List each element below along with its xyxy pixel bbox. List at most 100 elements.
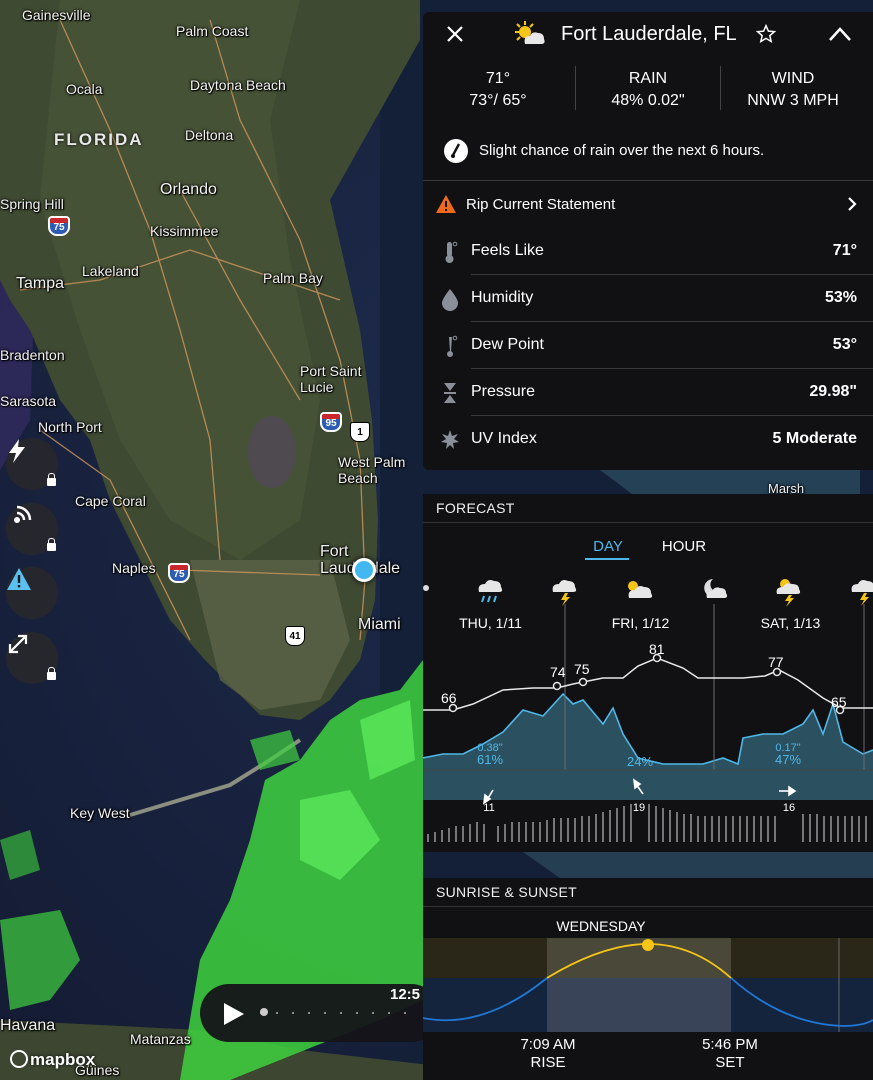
city-label: Kissimmee bbox=[150, 223, 219, 239]
city-label: Naples bbox=[112, 560, 156, 576]
forecast-panel: FORECAST DAY HOUR THU, 1/11 FRI, 1/12 SA… bbox=[423, 494, 873, 852]
state-label: FLORIDA bbox=[54, 130, 144, 149]
precip-chance: 24% bbox=[626, 754, 654, 769]
favorite-star-icon[interactable] bbox=[756, 24, 776, 44]
collapse-chevron-icon[interactable] bbox=[828, 26, 852, 42]
detail-row-pressure: Pressure 29.98" bbox=[423, 369, 873, 416]
tab-hour[interactable]: HOUR bbox=[659, 538, 709, 555]
detail-label: Feels Like bbox=[471, 242, 544, 259]
forecast-title: FORECAST bbox=[436, 500, 515, 516]
city-label: Ocala bbox=[66, 81, 103, 97]
city-label: Havana bbox=[0, 1017, 56, 1034]
partly-cloudy-night-icon bbox=[704, 579, 728, 598]
temp-label: 75 bbox=[574, 661, 590, 677]
temperature-points bbox=[448, 653, 845, 715]
wind-speed: 19 bbox=[632, 802, 646, 814]
detail-value: 29.98" bbox=[809, 383, 857, 400]
detail-row-feels-like: Feels Like 71° bbox=[423, 228, 873, 275]
temp-label: 74 bbox=[550, 664, 566, 680]
city-label: Palm Bay bbox=[263, 270, 323, 286]
alerts-button[interactable] bbox=[6, 567, 58, 619]
precip-label: 0.17" 47% bbox=[763, 742, 813, 766]
close-icon[interactable] bbox=[445, 24, 465, 44]
playback-time: 12:5 bbox=[390, 986, 421, 1003]
sunset-time: 5:46 PM bbox=[702, 1036, 758, 1053]
alert-triangle-icon bbox=[7, 568, 31, 590]
city-label: Spring Hill bbox=[0, 196, 64, 212]
rain-value: 48% 0.02" bbox=[611, 92, 685, 109]
wind-speed: 11 bbox=[483, 802, 495, 814]
city-label: Key West bbox=[70, 805, 130, 821]
sun-uv-icon bbox=[441, 430, 459, 449]
night-partial-icon bbox=[423, 585, 429, 591]
interstate-shield: 95 bbox=[320, 412, 342, 432]
alert-title: Rip Current Statement bbox=[466, 196, 616, 213]
sunrise-info: 7:09 AM RISE bbox=[493, 1036, 603, 1072]
city-label: Tampa bbox=[16, 275, 65, 292]
temp-label: 81 bbox=[649, 641, 665, 657]
rain-icon bbox=[478, 580, 503, 603]
sunrise-sunset-panel: SUNRISE & SUNSET WEDNESDAY 7:09 AM RISE … bbox=[423, 878, 873, 1080]
city-label: Matanzas bbox=[130, 1031, 191, 1047]
attribution-text: mapbox bbox=[30, 1050, 96, 1069]
pressure-icon bbox=[444, 383, 456, 403]
expand-button[interactable] bbox=[6, 632, 58, 684]
sun-day-label: WEDNESDAY bbox=[556, 918, 646, 934]
city-label: Cape Coral bbox=[75, 493, 146, 509]
detail-label: Pressure bbox=[471, 383, 536, 400]
rain-label: RAIN bbox=[628, 70, 668, 87]
wind-speed: 16 bbox=[782, 802, 796, 814]
city-label: North Port bbox=[38, 419, 102, 435]
detail-value: 53% bbox=[824, 289, 857, 306]
sunset-label: SET bbox=[715, 1054, 745, 1071]
expand-icon bbox=[8, 634, 28, 654]
city-label: Daytona Beach bbox=[190, 77, 286, 93]
temperature-summary: 71° 73°/ 65° bbox=[423, 68, 573, 112]
wind-summary: WIND NNW 3 MPH bbox=[718, 68, 868, 112]
rain-summary: RAIN 48% 0.02" bbox=[573, 68, 723, 112]
detail-label: UV Index bbox=[471, 430, 537, 447]
sun-position-marker bbox=[642, 939, 654, 951]
sunset-info: 5:46 PM SET bbox=[675, 1036, 785, 1072]
mapbox-logo-icon bbox=[10, 1050, 28, 1068]
precip-label: 24% bbox=[615, 754, 665, 769]
temperature-line bbox=[423, 657, 873, 711]
sun-path-chart bbox=[423, 938, 873, 1032]
mapbox-attribution[interactable]: mapbox bbox=[10, 1050, 95, 1070]
city-label: Miami bbox=[358, 616, 401, 633]
temp-label: 65 bbox=[831, 694, 847, 710]
city-label: West Palm Beach bbox=[338, 454, 406, 486]
lightning-icon bbox=[9, 439, 25, 463]
tab-day[interactable]: DAY bbox=[585, 538, 631, 555]
us-route-shield: 41 bbox=[285, 626, 305, 646]
sun-title: SUNRISE & SUNSET bbox=[436, 884, 577, 900]
precip-chance: 47% bbox=[774, 752, 802, 767]
city-label: Gainesville bbox=[22, 7, 91, 23]
play-button[interactable] bbox=[224, 1003, 244, 1025]
current-temp: 71° bbox=[485, 70, 511, 87]
partly-cloudy-icon bbox=[515, 21, 545, 44]
lock-icon bbox=[47, 538, 56, 551]
sun-thunderstorm-icon bbox=[776, 579, 801, 607]
city-label: Orlando bbox=[160, 181, 217, 198]
nowcast-text: Slight chance of rain over the next 6 ho… bbox=[479, 142, 765, 159]
drop-icon bbox=[442, 289, 458, 311]
city-label: Port Saint Lucie bbox=[300, 363, 362, 395]
current-location-marker[interactable] bbox=[352, 558, 376, 582]
interstate-shield: 75 bbox=[168, 563, 190, 583]
lock-icon bbox=[47, 473, 56, 486]
timeline-knob[interactable] bbox=[260, 1008, 268, 1016]
city-label: Sarasota bbox=[0, 393, 57, 409]
detail-value: 53° bbox=[832, 336, 857, 353]
current-conditions-panel: Fort Lauderdale, FL 71° 73°/ 65° RAIN 48… bbox=[423, 12, 873, 470]
alert-row[interactable]: Rip Current Statement bbox=[423, 181, 873, 227]
precip-label: 0.38" 61% bbox=[465, 742, 515, 766]
timeline-track[interactable] bbox=[260, 1012, 420, 1014]
detail-value: 71° bbox=[832, 242, 857, 259]
wind-label: WIND bbox=[771, 70, 815, 87]
lightning-button[interactable] bbox=[6, 438, 58, 490]
detail-row-dew-point: Dew Point 53° bbox=[423, 322, 873, 369]
us-route-shield: 1 bbox=[350, 422, 370, 442]
layers-button[interactable] bbox=[6, 503, 58, 555]
thunderstorm-icon bbox=[552, 580, 577, 606]
